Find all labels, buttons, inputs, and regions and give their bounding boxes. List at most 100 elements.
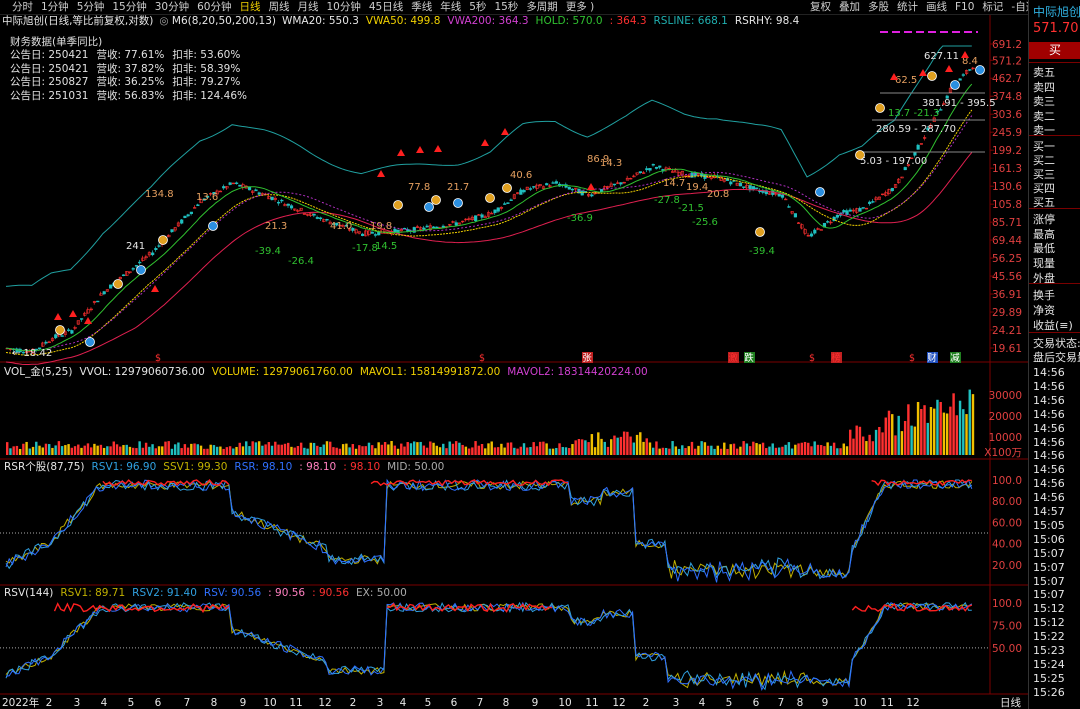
volume-bar xyxy=(496,447,500,455)
candle-body xyxy=(903,167,907,171)
volume-bar xyxy=(971,394,975,455)
candle-body xyxy=(422,227,426,230)
candle-body xyxy=(441,225,445,228)
volume-bar xyxy=(894,435,897,455)
volume-bar xyxy=(290,446,293,455)
candle-body xyxy=(79,318,84,320)
volume-bar xyxy=(622,431,626,455)
signal-coin-icon xyxy=(815,187,825,197)
volume-bar xyxy=(564,447,568,455)
signal-coin-icon xyxy=(855,150,865,160)
volume-bar xyxy=(106,446,109,455)
price-label: 14.3 xyxy=(600,158,622,169)
volume-bar xyxy=(632,442,636,455)
candle-body xyxy=(96,300,100,303)
candle-body xyxy=(648,168,652,171)
volume-bar xyxy=(903,420,907,455)
volume-bar xyxy=(580,439,584,455)
trade-time: 14:56 xyxy=(1033,449,1065,463)
signal-triangle xyxy=(84,317,92,324)
trade-time: 14:56 xyxy=(1033,393,1065,407)
volume-bar xyxy=(173,444,177,455)
volume-bar xyxy=(871,441,875,455)
trade-time: 15:23 xyxy=(1033,644,1065,657)
month-label: 10 xyxy=(263,697,276,709)
candle-body xyxy=(312,213,316,216)
candle-body xyxy=(44,341,48,344)
candle-body xyxy=(270,196,274,201)
volume-bar xyxy=(177,442,180,455)
order-book-item: 净资 xyxy=(1033,304,1055,317)
volume-bar xyxy=(283,443,287,455)
volume-bar xyxy=(868,434,871,455)
volume-bar xyxy=(225,447,229,455)
volume-bar xyxy=(370,445,374,455)
oscillator-line xyxy=(5,478,973,583)
volume-tick: X100万 xyxy=(984,447,1022,459)
volume-bar xyxy=(852,438,855,455)
candle-body xyxy=(545,183,549,186)
volume-bar xyxy=(261,445,264,455)
candle-body xyxy=(325,219,329,221)
buy-button[interactable]: 买 xyxy=(1029,42,1080,59)
month-label: 8 xyxy=(797,697,804,709)
candle-body xyxy=(793,213,798,218)
rsline xyxy=(5,45,972,287)
indicator-value: VOLUME: 12979061760.00 xyxy=(211,366,353,378)
price-tick: 571.2 xyxy=(992,55,1022,67)
trade-time: 14:56 xyxy=(1033,477,1065,491)
volume-bar xyxy=(829,445,833,455)
price-tick: 245.9 xyxy=(992,127,1022,139)
event-marker: 榜 xyxy=(831,352,841,364)
volume-bar xyxy=(516,448,519,455)
volume-bar xyxy=(316,445,319,455)
volume-bar xyxy=(193,443,196,455)
kline-chart[interactable]: 691.2 571.2 462.7 374.8 303.6 245.9 199.2 161.3… xyxy=(0,0,1028,709)
volume-bar xyxy=(823,446,826,455)
volume-bar xyxy=(548,448,552,455)
volume-bar xyxy=(519,446,522,455)
indicator-value: VVOL: 12979060736.00 xyxy=(79,366,205,378)
candle-body xyxy=(277,201,281,204)
volume-bar xyxy=(816,444,820,455)
volume-bar xyxy=(467,448,471,455)
candle-body xyxy=(170,229,174,233)
volume-bar xyxy=(354,448,358,455)
price-label: ← 18.42 xyxy=(12,348,52,359)
candle-body xyxy=(435,226,439,229)
price-tick: 24.21 xyxy=(992,325,1022,337)
volume-tick: 10000 xyxy=(989,432,1022,444)
volume-bar xyxy=(25,441,28,455)
volume-bar xyxy=(312,442,316,455)
month-label: 7 xyxy=(477,697,484,709)
price-label: 14.5 xyxy=(375,241,397,252)
volume-bar xyxy=(920,409,923,455)
month-label: 11 xyxy=(289,697,302,709)
volume-bar xyxy=(64,445,67,455)
volume-bar xyxy=(761,442,765,455)
volume-bar xyxy=(639,432,642,455)
candle-body xyxy=(315,217,319,219)
candle-body xyxy=(222,186,226,189)
signal-coin-icon xyxy=(755,227,765,237)
volume-bar xyxy=(758,444,762,455)
candle-body xyxy=(189,211,193,214)
volume-bar xyxy=(54,445,57,455)
volume-bar xyxy=(577,438,581,455)
volume-bar xyxy=(936,399,939,455)
order-book-item: 卖三 xyxy=(1033,95,1055,108)
candle-body xyxy=(289,205,294,209)
volume-bar xyxy=(128,446,132,455)
volume-bar xyxy=(874,429,878,455)
volume-bar xyxy=(164,441,167,455)
candle-body xyxy=(842,210,846,213)
rsv-tick: 50.00 xyxy=(992,643,1022,655)
candle-body xyxy=(280,199,284,202)
month-label: 5 xyxy=(425,697,432,709)
volume-bar xyxy=(345,443,348,455)
rsr-tick: 40.00 xyxy=(992,539,1022,551)
volume-bar xyxy=(584,440,587,455)
volume-bar xyxy=(819,445,823,455)
volume-tick: 20000 xyxy=(989,411,1022,423)
candle-body xyxy=(787,206,791,208)
